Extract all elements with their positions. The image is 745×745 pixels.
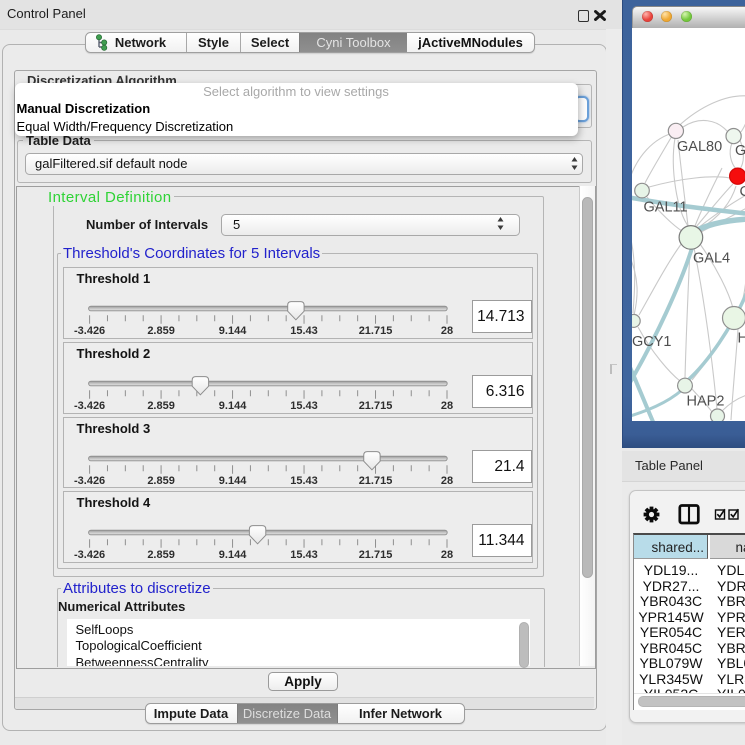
svg-text:C: C	[739, 184, 745, 200]
svg-text:21.715: 21.715	[358, 400, 392, 410]
svg-text:21.715: 21.715	[358, 325, 392, 335]
svg-text:28: 28	[440, 400, 452, 410]
svg-text:9.144: 9.144	[218, 325, 246, 335]
svg-text:21.715: 21.715	[358, 549, 392, 559]
svg-text:9.144: 9.144	[218, 475, 246, 485]
svg-text:GAL4: GAL4	[693, 250, 730, 266]
svg-text:28: 28	[440, 325, 452, 335]
svg-text:-3.426: -3.426	[73, 400, 104, 410]
svg-text:2.859: 2.859	[147, 400, 175, 410]
svg-text:9.144: 9.144	[218, 549, 246, 559]
svg-text:28: 28	[440, 475, 452, 485]
svg-text:2.859: 2.859	[147, 475, 175, 485]
svg-text:9.144: 9.144	[218, 400, 246, 410]
svg-text:28: 28	[440, 549, 452, 559]
svg-text:GA: GA	[735, 143, 745, 159]
svg-text:GCY1: GCY1	[632, 334, 672, 350]
svg-text:HAP2: HAP2	[686, 393, 724, 409]
svg-text:GAL80: GAL80	[677, 139, 722, 155]
svg-text:15.43: 15.43	[290, 325, 318, 335]
svg-text:-3.426: -3.426	[73, 475, 104, 485]
svg-text:15.43: 15.43	[290, 400, 318, 410]
svg-text:H: H	[737, 330, 745, 346]
svg-text:-3.426: -3.426	[73, 325, 104, 335]
svg-text:2.859: 2.859	[147, 549, 175, 559]
svg-text:-3.426: -3.426	[73, 549, 104, 559]
svg-text:2.859: 2.859	[147, 325, 175, 335]
svg-text:15.43: 15.43	[290, 475, 318, 485]
svg-text:21.715: 21.715	[358, 475, 392, 485]
svg-text:GAL11: GAL11	[643, 199, 687, 215]
svg-text:15.43: 15.43	[290, 549, 318, 559]
